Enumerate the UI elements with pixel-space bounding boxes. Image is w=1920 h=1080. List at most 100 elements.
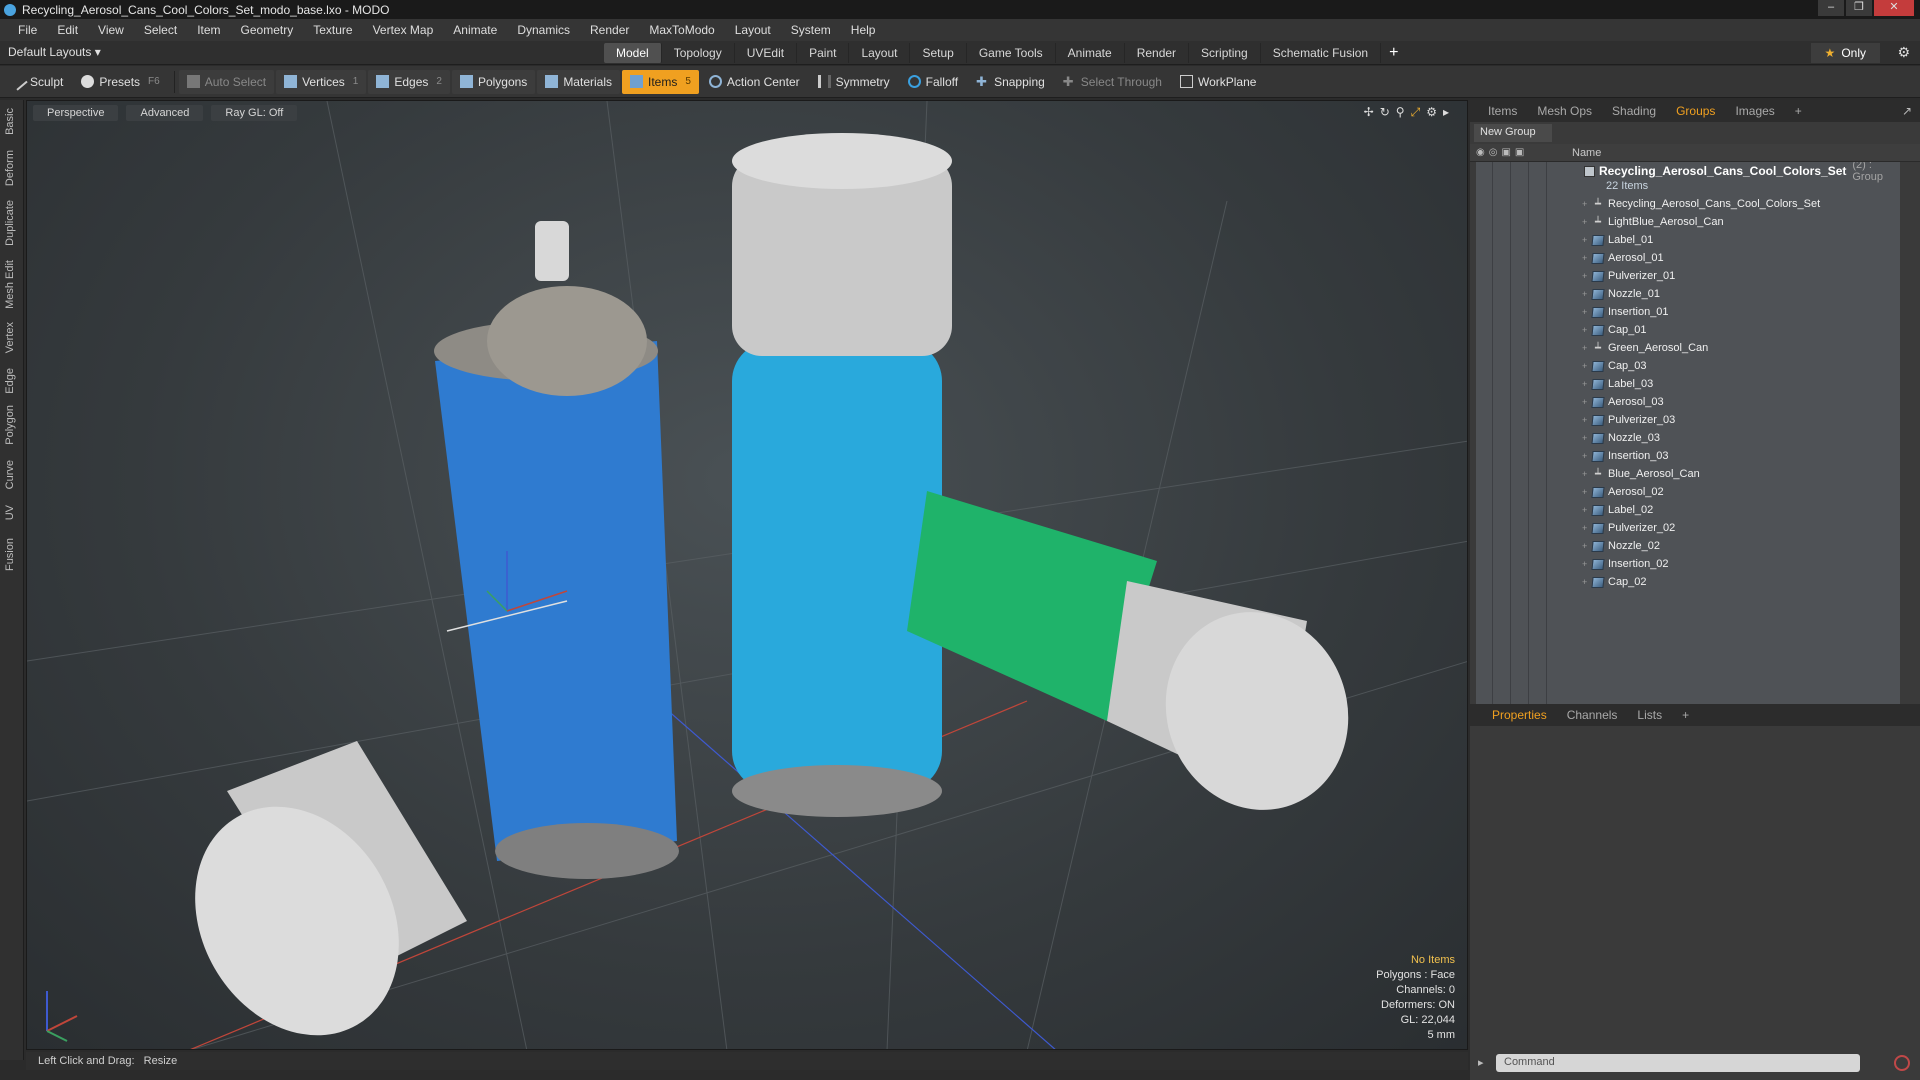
menu-texture[interactable]: Texture bbox=[303, 23, 362, 37]
fit-icon[interactable]: ⤢ bbox=[1411, 105, 1421, 120]
expand-icon[interactable]: + bbox=[1582, 199, 1590, 209]
tab-model[interactable]: Model bbox=[604, 43, 662, 63]
expand-icon[interactable]: + bbox=[1582, 361, 1590, 371]
vtab-uv[interactable]: UV bbox=[4, 505, 16, 520]
gear-icon[interactable]: ⚙ bbox=[1897, 44, 1910, 61]
vertices-button[interactable]: Vertices 1 bbox=[276, 69, 367, 94]
close-icon[interactable]: ✕ bbox=[1874, 0, 1914, 16]
list-item[interactable]: + Pulverizer_02 bbox=[1476, 519, 1900, 537]
expand-icon[interactable]: + bbox=[1582, 487, 1590, 497]
list-item[interactable]: + Insertion_02 bbox=[1476, 555, 1900, 573]
list-item[interactable]: + Aerosol_03 bbox=[1476, 393, 1900, 411]
tab-uvedit[interactable]: UVEdit bbox=[735, 43, 798, 63]
list-item[interactable]: + Nozzle_03 bbox=[1476, 429, 1900, 447]
expand-icon[interactable]: + bbox=[1582, 451, 1590, 461]
tab-items[interactable]: Items bbox=[1478, 104, 1527, 118]
list-item[interactable]: + Cap_02 bbox=[1476, 573, 1900, 591]
list-item[interactable]: + ┷ Recycling_Aerosol_Cans_Cool_Colors_Set bbox=[1476, 195, 1900, 213]
vtab-curve[interactable]: Curve bbox=[4, 460, 16, 489]
tab-images[interactable]: Images bbox=[1725, 104, 1784, 118]
materials-button[interactable]: Materials bbox=[537, 69, 620, 94]
list-item[interactable]: + Cap_03 bbox=[1476, 357, 1900, 375]
vtab-polygon[interactable]: Polygon bbox=[4, 405, 16, 445]
tab-groups[interactable]: Groups bbox=[1666, 104, 1725, 118]
tab-shading[interactable]: Shading bbox=[1602, 104, 1666, 118]
list-item[interactable]: + Nozzle_02 bbox=[1476, 537, 1900, 555]
expand-icon[interactable]: + bbox=[1582, 235, 1590, 245]
add-props-tab-icon[interactable]: + bbox=[1672, 708, 1699, 722]
new-group-button[interactable]: New Group bbox=[1474, 124, 1552, 142]
name-column-header[interactable]: Name bbox=[1542, 147, 1601, 159]
expand-icon[interactable]: + bbox=[1582, 271, 1590, 281]
zoom-icon[interactable]: ⚲ bbox=[1396, 105, 1405, 120]
menu-maxtomodo[interactable]: MaxToModo bbox=[639, 23, 724, 37]
menu-edit[interactable]: Edit bbox=[47, 23, 88, 37]
expand-icon[interactable]: + bbox=[1582, 253, 1590, 263]
list-item[interactable]: + Pulverizer_01 bbox=[1476, 267, 1900, 285]
view-mode-button[interactable]: Perspective bbox=[33, 105, 119, 121]
tab-lists[interactable]: Lists bbox=[1627, 708, 1672, 722]
expand-icon[interactable]: + bbox=[1582, 523, 1590, 533]
shading-mode-button[interactable]: Advanced bbox=[126, 105, 204, 121]
list-item[interactable]: + ┷ Blue_Aerosol_Can bbox=[1476, 465, 1900, 483]
expand-icon[interactable]: + bbox=[1582, 415, 1590, 425]
expand-icon[interactable]: + bbox=[1582, 541, 1590, 551]
tab-layout[interactable]: Layout bbox=[849, 43, 911, 63]
layout-selector[interactable]: Default Layouts ▾ bbox=[8, 45, 101, 59]
vtab-fusion[interactable]: Fusion bbox=[4, 538, 16, 571]
tab-mesh-ops[interactable]: Mesh Ops bbox=[1527, 104, 1602, 118]
expand-icon[interactable]: + bbox=[1582, 559, 1590, 569]
tab-game-tools[interactable]: Game Tools bbox=[967, 43, 1056, 63]
menu-vertex-map[interactable]: Vertex Map bbox=[363, 23, 444, 37]
select-through-button[interactable]: ✚ Select Through bbox=[1055, 70, 1170, 94]
list-item[interactable]: + Aerosol_02 bbox=[1476, 483, 1900, 501]
tab-paint[interactable]: Paint bbox=[797, 43, 850, 63]
list-item[interactable]: + Pulverizer_03 bbox=[1476, 411, 1900, 429]
list-item[interactable]: + Insertion_01 bbox=[1476, 303, 1900, 321]
falloff-button[interactable]: Falloff bbox=[900, 70, 966, 94]
pan-icon[interactable]: ✢ bbox=[1364, 105, 1374, 120]
only-button[interactable]: ★ Only bbox=[1810, 43, 1880, 63]
symmetry-button[interactable]: Symmetry bbox=[810, 70, 898, 94]
vtab-basic[interactable]: Basic bbox=[4, 108, 16, 135]
list-item[interactable]: + Cap_01 bbox=[1476, 321, 1900, 339]
menu-select[interactable]: Select bbox=[134, 23, 187, 37]
vtab-edge[interactable]: Edge bbox=[4, 368, 16, 394]
edges-button[interactable]: Edges 2 bbox=[368, 69, 450, 94]
viewport-settings-icon[interactable]: ⚙ bbox=[1426, 105, 1437, 120]
expand-icon[interactable]: + bbox=[1582, 217, 1590, 227]
expand-icon[interactable]: + bbox=[1582, 379, 1590, 389]
items-button[interactable]: Items 5 bbox=[622, 69, 699, 94]
menu-render[interactable]: Render bbox=[580, 23, 639, 37]
add-panel-tab-icon[interactable]: + bbox=[1785, 104, 1812, 118]
menu-view[interactable]: View bbox=[88, 23, 134, 37]
tab-setup[interactable]: Setup bbox=[910, 43, 967, 63]
tab-properties[interactable]: Properties bbox=[1482, 708, 1557, 722]
command-input[interactable]: Command bbox=[1496, 1054, 1860, 1072]
expand-icon[interactable]: + bbox=[1582, 397, 1590, 407]
list-item[interactable]: + ┷ Green_Aerosol_Can bbox=[1476, 339, 1900, 357]
menu-file[interactable]: File bbox=[8, 23, 47, 37]
tab-animate[interactable]: Animate bbox=[1056, 43, 1125, 63]
snapping-button[interactable]: ✚ Snapping bbox=[968, 70, 1053, 94]
minimize-icon[interactable]: – bbox=[1818, 0, 1844, 16]
render-column-icon[interactable]: ◎ bbox=[1489, 147, 1498, 158]
menu-system[interactable]: System bbox=[781, 23, 841, 37]
expand-icon[interactable]: + bbox=[1582, 505, 1590, 515]
tab-schematic-fusion[interactable]: Schematic Fusion bbox=[1261, 43, 1382, 63]
viewport-menu-arrow-icon[interactable]: ▸ bbox=[1443, 105, 1449, 120]
menu-help[interactable]: Help bbox=[841, 23, 886, 37]
polygons-button[interactable]: Polygons bbox=[451, 69, 536, 94]
workplane-button[interactable]: WorkPlane bbox=[1172, 70, 1264, 94]
auto-select-button[interactable]: Auto Select bbox=[178, 69, 275, 94]
list-item[interactable]: + Nozzle_01 bbox=[1476, 285, 1900, 303]
command-history-icon[interactable] bbox=[1894, 1055, 1910, 1071]
list-item[interactable]: + Label_03 bbox=[1476, 375, 1900, 393]
lock-column-icon[interactable]: ▣ bbox=[1501, 147, 1510, 158]
expand-icon[interactable]: + bbox=[1582, 325, 1590, 335]
tab-topology[interactable]: Topology bbox=[662, 43, 735, 63]
add-tab-icon[interactable]: + bbox=[1381, 43, 1406, 63]
tab-scripting[interactable]: Scripting bbox=[1189, 43, 1261, 63]
tab-channels[interactable]: Channels bbox=[1557, 708, 1628, 722]
3d-viewport[interactable]: Perspective Advanced Ray GL: Off ✢ ↻ ⚲ ⤢… bbox=[26, 100, 1468, 1050]
